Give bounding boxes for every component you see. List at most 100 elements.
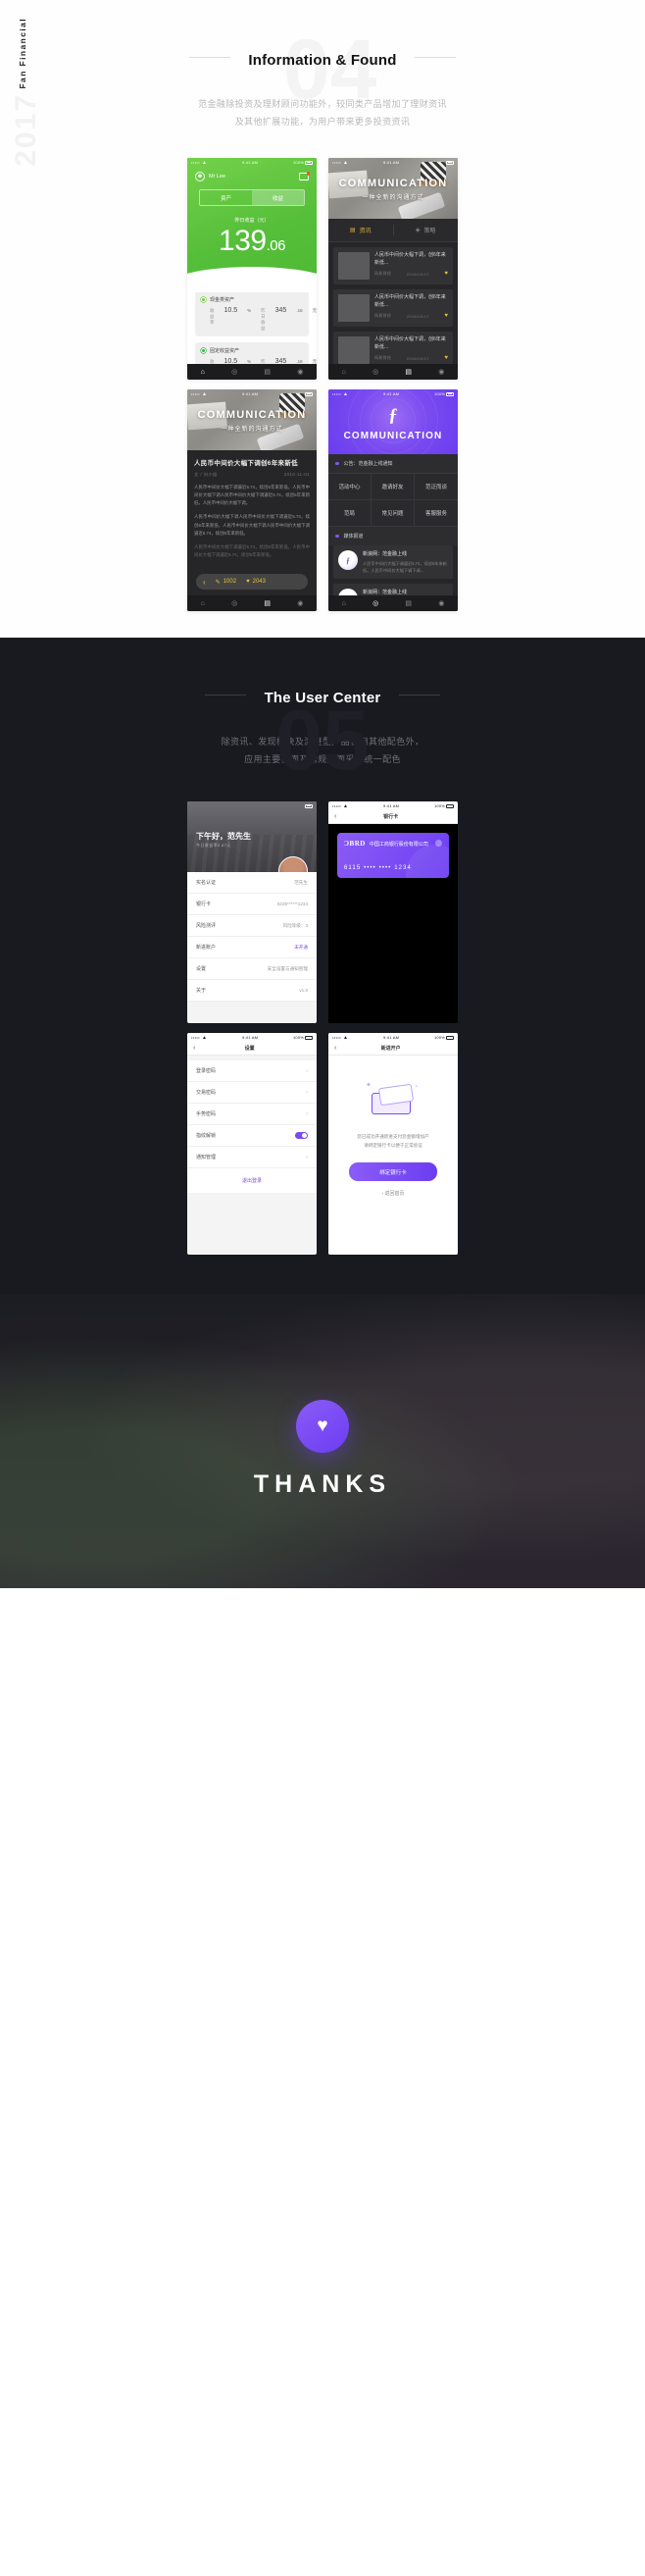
subtitle-line-1: 除资讯、发现模块及激进型产品使用其他配色外， [221, 737, 424, 747]
battery-icon [446, 160, 454, 165]
row-value: 安全设置与通知管理 [267, 965, 308, 971]
tabbar-news-icon[interactable]: ▤ [405, 599, 412, 607]
list-item[interactable]: ƒ 新浪网：范金融上线 人民币中间价大幅下调逼近6.74，续创6年来新低。人民币… [333, 545, 453, 580]
tabbar-profile-icon[interactable]: ◉ [438, 599, 444, 607]
chevron-left-icon[interactable]: ‹ [203, 578, 206, 587]
tabbar-discover-icon[interactable]: ◎ [231, 599, 237, 607]
news-headline: 人民币中间价大幅下调，创6年来新低... [374, 294, 446, 308]
profile-subtext: 今日收益率0.87元 [196, 843, 231, 848]
rule-left [205, 695, 247, 696]
list-item[interactable]: 交易密码 › [187, 1082, 317, 1104]
signal-dots-icon: ••••• [191, 160, 201, 165]
list-item[interactable]: 银行卡 6225******1234 [187, 894, 317, 915]
heart-icon[interactable]: ♥ [444, 355, 448, 361]
grid-item-activity-center[interactable]: 活动中心 [328, 474, 372, 500]
tabbar-discover-icon[interactable]: ◎ [231, 368, 237, 376]
bankcard-header: ‹ 银行卡 [328, 810, 458, 824]
logout-button[interactable]: 退出登录 [187, 1168, 317, 1193]
article-hero: ••••• ▲ 9:41 AM 100% COMMUNICATION 一种全新的… [187, 389, 317, 450]
list-item[interactable]: 人民币中间价大幅下调，创6年来新低... 网易财经 2016/10/17 ♥ [333, 289, 453, 327]
article-paragraph: 人民币中间价大幅下调逼近6.74，续创6年来新低，人民币中间价大幅下调人民币中间… [194, 485, 310, 506]
tab-strategy[interactable]: ◈ 策略 [393, 219, 458, 241]
list-item[interactable]: 通知管理 › [187, 1147, 317, 1168]
row-value: 未开通 [294, 944, 308, 950]
bank-logo-icon: ƆBRD [344, 840, 366, 848]
battery-percent: 100% [433, 803, 445, 808]
tabbar-profile-icon[interactable]: ◉ [297, 368, 303, 376]
profile-greeting: 下午好，范先生 [196, 832, 251, 841]
news-body: 人民币中间价大幅下调，创6年来新低... 网易财经 2016/10/17 ♥ [374, 294, 448, 322]
list-item[interactable]: 新进账户 未开通 [187, 937, 317, 958]
news-list: 人民币中间价大幅下调，创6年来新低... 网易财经 2016/10/17 ♥ 人… [328, 242, 458, 379]
fingerprint-toggle[interactable] [295, 1132, 308, 1139]
phone-article-screen: ••••• ▲ 9:41 AM 100% COMMUNICATION 一种全新的… [187, 389, 317, 611]
tabbar-home-icon[interactable]: ⌂ [342, 369, 346, 376]
tab-assets[interactable]: 资产 [200, 190, 252, 205]
battery-indicator: 100% [434, 391, 454, 396]
tabbar-home-icon[interactable]: ⌂ [201, 600, 205, 607]
battery-icon [305, 160, 313, 165]
grid-item-customer-service[interactable]: 客服服务 [415, 500, 458, 527]
list-item[interactable]: 登录密码 › [187, 1060, 317, 1082]
heart-icon[interactable]: ♥ [444, 313, 448, 319]
avatar[interactable] [278, 856, 308, 872]
tabbar-news-icon[interactable]: ▤ [405, 368, 412, 376]
status-time: 9:41 AM [242, 160, 259, 165]
bank-card[interactable]: ƆBRD 中国工商银行股份有限公司 6115 •••• •••• 1234 [337, 833, 449, 878]
list-item[interactable]: 风险测评 风险等级：3 [187, 915, 317, 937]
subtitle-line-2: 及其他扩展功能，为用户带来更多投资资讯 [234, 117, 411, 127]
section-subtitle: 除资讯、发现模块及激进型产品使用其他配色外， 应用主要界面及常规几面采用统一配色 [0, 733, 645, 768]
like-action[interactable]: ♥ 2043 [246, 579, 266, 585]
bank-name: 中国工商银行股份有限公司 [369, 841, 428, 848]
phone-bankcard-screen: ••••• ▲ 9:41 AM 100% ‹ 银行卡 ƆBRD 中国工商银行股份… [328, 801, 458, 1023]
row-label: 风险测评 [196, 923, 217, 929]
openaccount-header: ‹ 新进开户 [328, 1042, 458, 1056]
signal-dots-icon: ••••• [332, 160, 342, 165]
tabbar-discover-icon[interactable]: ◎ [372, 599, 378, 607]
strategy-icon: ◈ [415, 228, 421, 233]
thanks-word: THANKS [253, 1470, 392, 1498]
list-item[interactable]: 人民币中间价大幅下调，创6年来新低... 网易财经 2016/10/17 ♥ [333, 247, 453, 284]
bind-bankcard-button[interactable]: 绑定银行卡 [349, 1162, 437, 1182]
comment-action[interactable]: ✎ 1002 [216, 579, 236, 586]
user-identity[interactable]: ☻ Mr Lee [195, 172, 225, 181]
sparkle-icon: ✦ [414, 1084, 419, 1090]
rate-value: 10.5 [223, 307, 238, 314]
list-item[interactable]: 实名认证 范先生 [187, 872, 317, 894]
news-body: 人民币中间价大幅下调，创6年来新低... 网易财经 2016/10/17 ♥ [374, 252, 448, 280]
rate-unit: % [247, 308, 252, 313]
tabbar-news-icon[interactable]: ▤ [264, 368, 271, 376]
tabbar-news-icon[interactable]: ▤ [264, 599, 271, 607]
signal-dots-icon: ••••• [191, 391, 201, 396]
list-item[interactable]: 手势密码 › [187, 1104, 317, 1125]
announcement-banner[interactable]: 公告：范金融上线通知 [328, 454, 458, 474]
row-label: 新进账户 [196, 945, 217, 951]
asset-card[interactable]: 现金类资产 收益率 10.5% 昨日收益 345 .16 元 [195, 291, 317, 336]
tabbar-profile-icon[interactable]: ◉ [438, 368, 444, 376]
tab-earnings[interactable]: 收益 [252, 190, 304, 205]
message-icon[interactable] [299, 172, 310, 180]
row-label: 关于 [196, 988, 207, 994]
grid-item-faq[interactable]: 常见问题 [372, 500, 415, 527]
tabbar-discover-icon[interactable]: ◎ [372, 368, 378, 376]
openaccount-text: 您已成功开通新进支付您金额增加产 请绑定银行卡以便于正常验证 [341, 1133, 445, 1150]
news-headline: 人民币中间价大幅下调，创6年来新低... [374, 252, 446, 266]
tabbar-home-icon[interactable]: ⌂ [201, 369, 205, 376]
tabbar-home-icon[interactable]: ⌂ [342, 600, 346, 607]
list-item[interactable]: 设置 安全设置与通知管理 [187, 958, 317, 980]
heart-icon: ♥ [317, 1416, 328, 1436]
grid-item-invite-friends[interactable]: 邀请好友 [372, 474, 415, 500]
grid-item-discussion[interactable]: 范泛而谈 [415, 474, 458, 500]
tab-news[interactable]: ▤ 资讯 [328, 219, 393, 241]
status-bar: ••••• ▲ 9:41 AM 100% [328, 1033, 458, 1042]
list-item[interactable]: 关于 v1.0 [187, 980, 317, 1002]
tabbar-profile-icon[interactable]: ◉ [297, 599, 303, 607]
assets-segment-control: 资产 收益 [199, 189, 305, 206]
grid-item-fan-club[interactable]: 范局 [328, 500, 372, 527]
phone-mockup-grid-dark: ••••• ▲ 9:41 AM 100% 下午好，范先生 今日收益率0.87元 … [187, 801, 458, 1294]
list-item[interactable]: 指纹解锁 [187, 1125, 317, 1147]
wallet-illustration-icon: ✦ ✦ [366, 1081, 421, 1120]
heart-icon[interactable]: ♥ [444, 271, 448, 277]
back-home-link[interactable]: ‹ 返回首页 [341, 1190, 445, 1197]
article-date: 2016-11-01 [283, 472, 310, 477]
